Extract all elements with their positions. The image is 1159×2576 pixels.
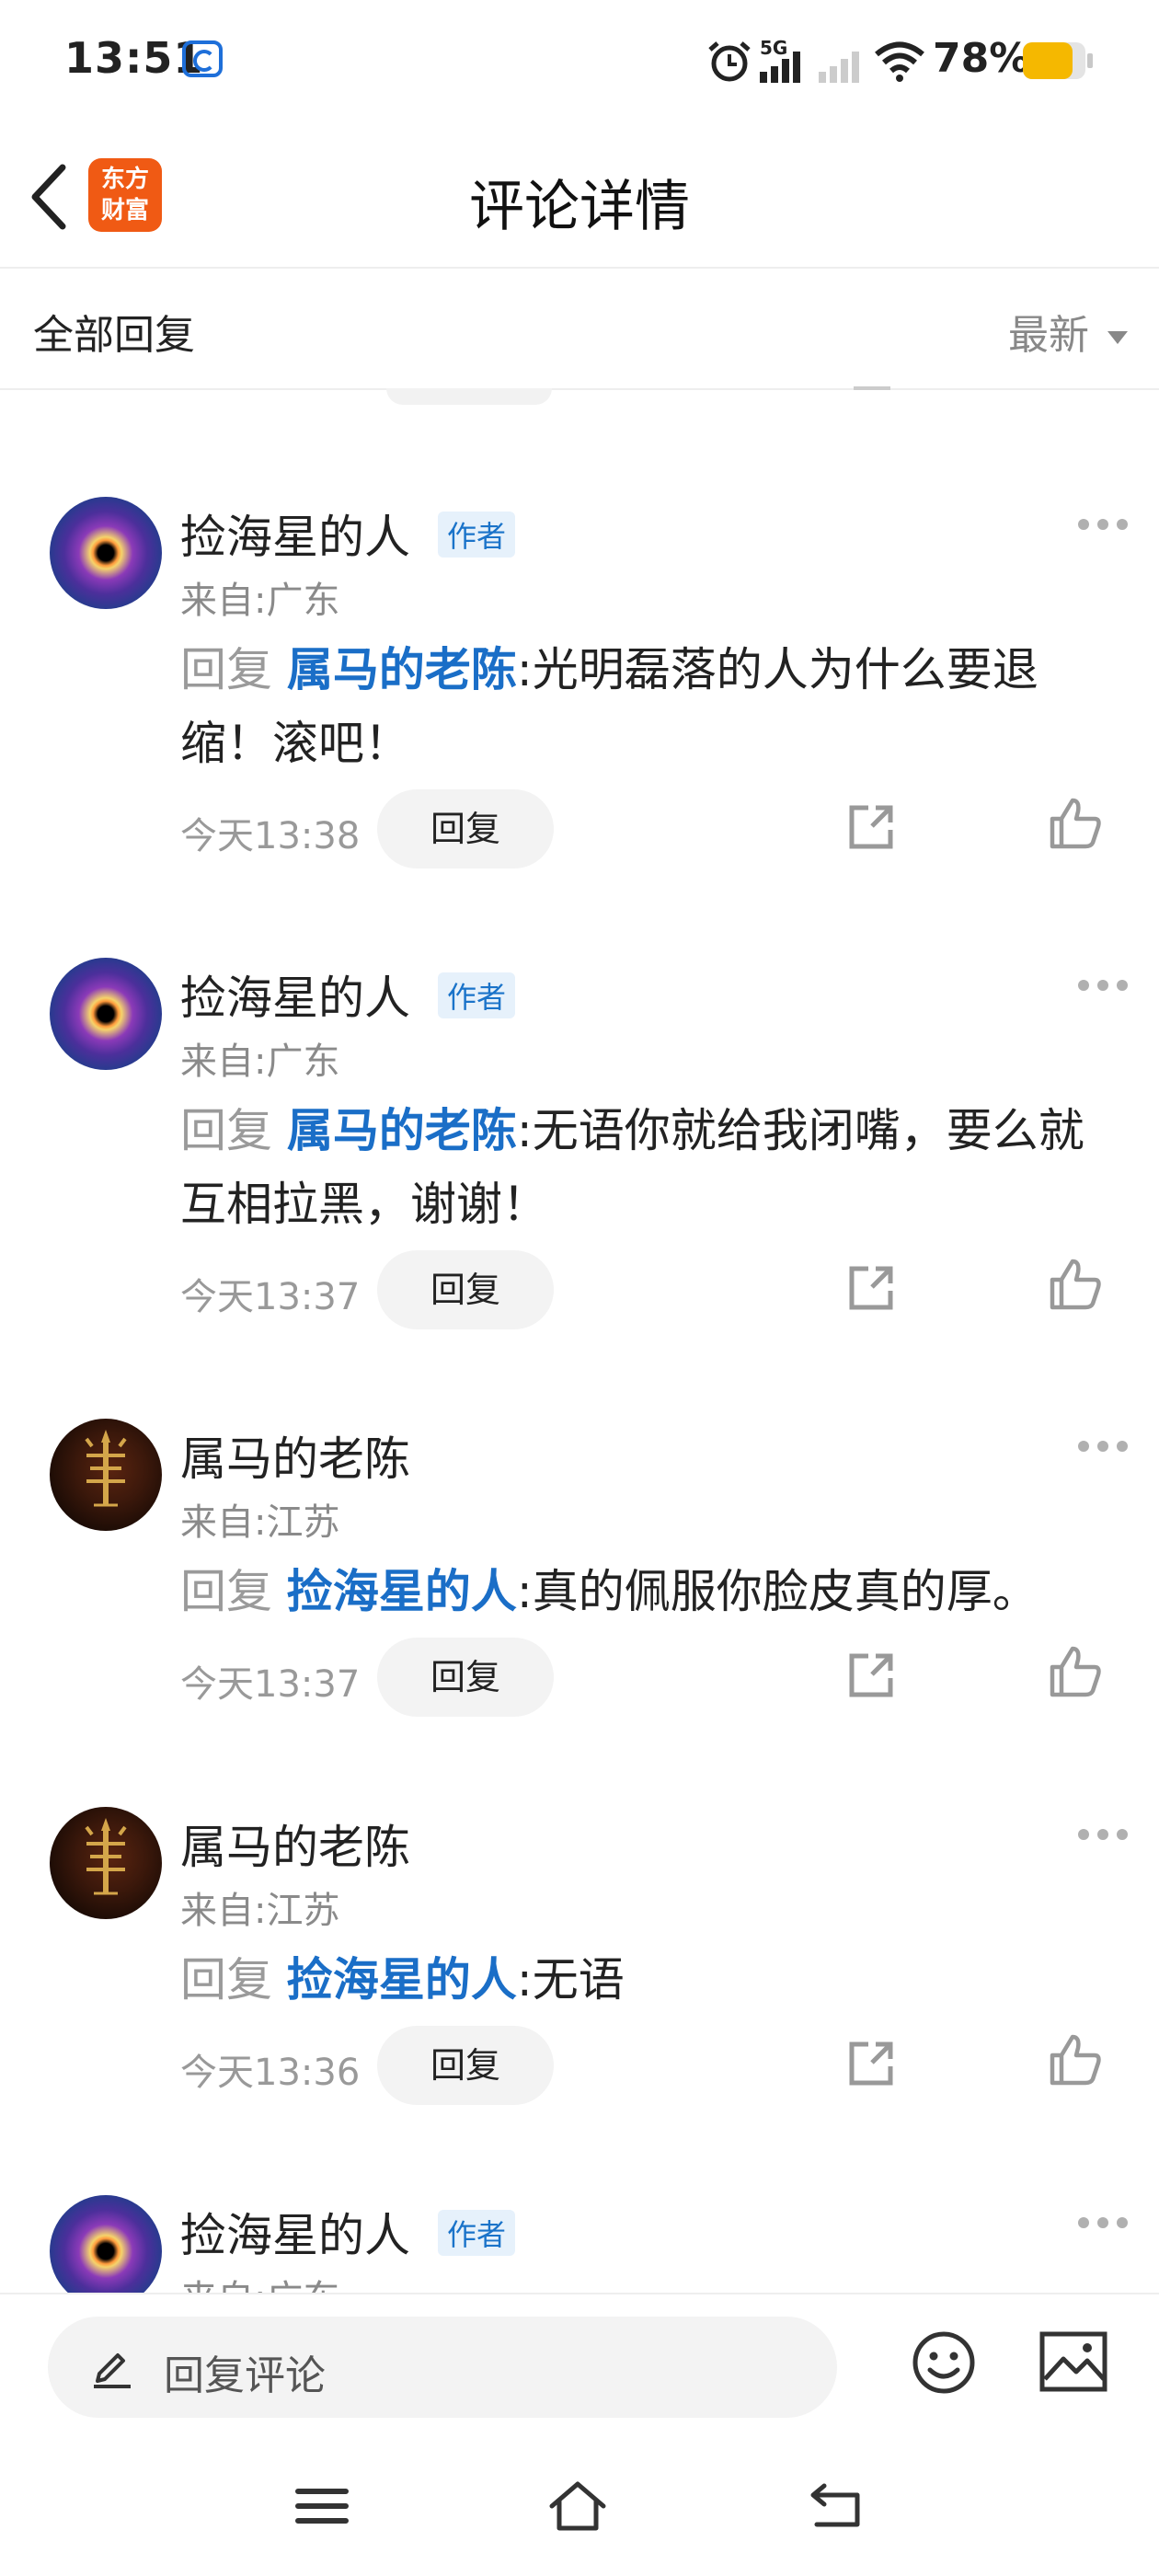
all-replies-label: 全部回复 [33, 312, 195, 359]
share-icon[interactable] [844, 800, 898, 854]
avatar[interactable] [50, 1807, 162, 1919]
share-icon[interactable] [844, 1649, 898, 1702]
author-badge: 作者 [438, 2210, 516, 2256]
like-icon[interactable] [1049, 1258, 1102, 1311]
comment-location: 来自:江苏 [180, 1501, 340, 1544]
emoji-icon[interactable] [911, 2329, 977, 2396]
battery-icon [1023, 42, 1093, 79]
avatar[interactable] [50, 2195, 162, 2293]
comment-item: 属马的老陈 来自:江苏 回复 捡海星的人:真的佩服你脸皮真的厚。 今天13:37… [0, 1419, 1159, 1731]
comment-author[interactable]: 属马的老陈 [180, 1811, 410, 1877]
dropdown-triangle-icon [1107, 331, 1128, 344]
wifi-icon [875, 41, 924, 82]
reply-target-user[interactable]: 捡海星的人 [287, 1565, 517, 1618]
author-badge: 作者 [438, 972, 516, 1018]
home-icon[interactable] [548, 2478, 607, 2534]
share-icon[interactable] [844, 2037, 898, 2090]
reply-button[interactable]: 回复 [377, 1638, 554, 1717]
return-icon[interactable] [806, 2478, 865, 2534]
comment-item: 捡海星的人 作者 来自:广东 回复 属马的老陈:无语你就给我闭嘴，要么就互相拉黑… [0, 958, 1159, 1344]
more-icon[interactable] [1078, 980, 1128, 993]
reply-button[interactable]: 回复 [377, 1250, 554, 1329]
comment-location: 来自:广东 [180, 580, 340, 622]
sort-bar: 全部回复 最新 [0, 269, 1159, 390]
avatar-emblem-icon [85, 1430, 127, 1507]
author-badge: 作者 [438, 512, 516, 558]
page-title: 评论详情 [469, 175, 690, 239]
more-icon[interactable] [1078, 2217, 1128, 2230]
comment-location: 来自:江苏 [180, 1890, 340, 1932]
reply-input-bar: 回复评论 [0, 2293, 1159, 2442]
like-icon[interactable] [1049, 797, 1102, 850]
app-logo: 东方 财富 [88, 158, 162, 232]
comment-text: :无语 [516, 1953, 625, 2007]
comment-author[interactable]: 捡海星的人 [180, 2199, 410, 2265]
comment-item: 捡海星的人 作者 来自:广东 [0, 2195, 1159, 2293]
signal-icon [760, 52, 800, 83]
comment-time: 今天13:38 [180, 815, 361, 857]
comment-author[interactable]: 捡海星的人 [180, 961, 410, 1028]
sort-dropdown[interactable]: 最新 [1008, 302, 1128, 361]
avatar[interactable] [50, 497, 162, 609]
more-icon[interactable] [1078, 519, 1128, 532]
avatar[interactable] [50, 1419, 162, 1531]
previous-reply-button-partial [386, 388, 552, 405]
comment-time: 今天13:36 [180, 2052, 361, 2094]
pen-icon [94, 2353, 131, 2388]
reply-target-user[interactable]: 属马的老陈 [287, 643, 517, 696]
reply-input[interactable]: 回复评论 [48, 2317, 837, 2418]
battery-percent: 78% [933, 35, 1030, 82]
comment-author[interactable]: 捡海星的人 [180, 500, 410, 567]
like-icon[interactable] [1049, 2033, 1102, 2087]
reply-target-user[interactable]: 捡海星的人 [287, 1953, 517, 2007]
more-icon[interactable] [1078, 1829, 1128, 1842]
reply-button[interactable]: 回复 [377, 789, 554, 868]
comment-time: 今天13:37 [180, 1663, 361, 1706]
logo-text-line2: 财富 [100, 197, 149, 224]
reply-prefix: 回复 [180, 1565, 272, 1618]
system-nav-bar [0, 2440, 1159, 2576]
comment-item: 属马的老陈 来自:江苏 回复 捡海星的人:无语 今天13:36 回复 [0, 1807, 1159, 2120]
comment-time: 今天13:37 [180, 1276, 361, 1318]
top-nav-bar: 评论详情 东方 财富 [0, 125, 1159, 269]
status-bar: 13:51 5G 78% [0, 0, 1159, 125]
avatar[interactable] [50, 958, 162, 1070]
like-icon[interactable] [1049, 1645, 1102, 1698]
comment-body: 回复 属马的老陈:光明磊落的人为什么要退缩！滚吧！ [180, 633, 1109, 780]
avatar-emblem-icon [85, 1818, 127, 1895]
previous-share-icon-partial [854, 386, 890, 390]
signal-secondary-icon [819, 52, 859, 83]
comment-location: 来自:广东 [180, 1041, 340, 1083]
share-icon[interactable] [844, 1261, 898, 1315]
menu-icon[interactable] [293, 2478, 351, 2534]
back-icon[interactable] [26, 162, 81, 232]
comment-text: :真的佩服你脸皮真的厚。 [516, 1565, 1039, 1618]
reply-prefix: 回复 [180, 1104, 272, 1157]
alarm-icon [708, 41, 751, 82]
comment-item: 捡海星的人 作者 来自:广东 回复 属马的老陈:光明磊落的人为什么要退缩！滚吧！… [0, 497, 1159, 883]
app-notification-icon [182, 40, 223, 77]
comment-body: 回复 捡海星的人:无语 [180, 1943, 1109, 2017]
reply-target-user[interactable]: 属马的老陈 [287, 1104, 517, 1157]
comment-author[interactable]: 属马的老陈 [180, 1422, 410, 1489]
reply-prefix: 回复 [180, 1953, 272, 2007]
reply-prefix: 回复 [180, 643, 272, 696]
comment-body: 回复 捡海星的人:真的佩服你脸皮真的厚。 [180, 1555, 1109, 1628]
logo-text-line1: 东方 [100, 166, 149, 193]
reply-button[interactable]: 回复 [377, 2026, 554, 2105]
more-icon[interactable] [1078, 1441, 1128, 1454]
reply-input-placeholder: 回复评论 [164, 2352, 326, 2399]
comment-location: 来自:广东 [180, 2269, 339, 2293]
image-icon[interactable] [1039, 2331, 1107, 2392]
comment-body: 回复 属马的老陈:无语你就给我闭嘴，要么就互相拉黑，谢谢！ [180, 1094, 1109, 1241]
sort-label: 最新 [1008, 312, 1089, 359]
